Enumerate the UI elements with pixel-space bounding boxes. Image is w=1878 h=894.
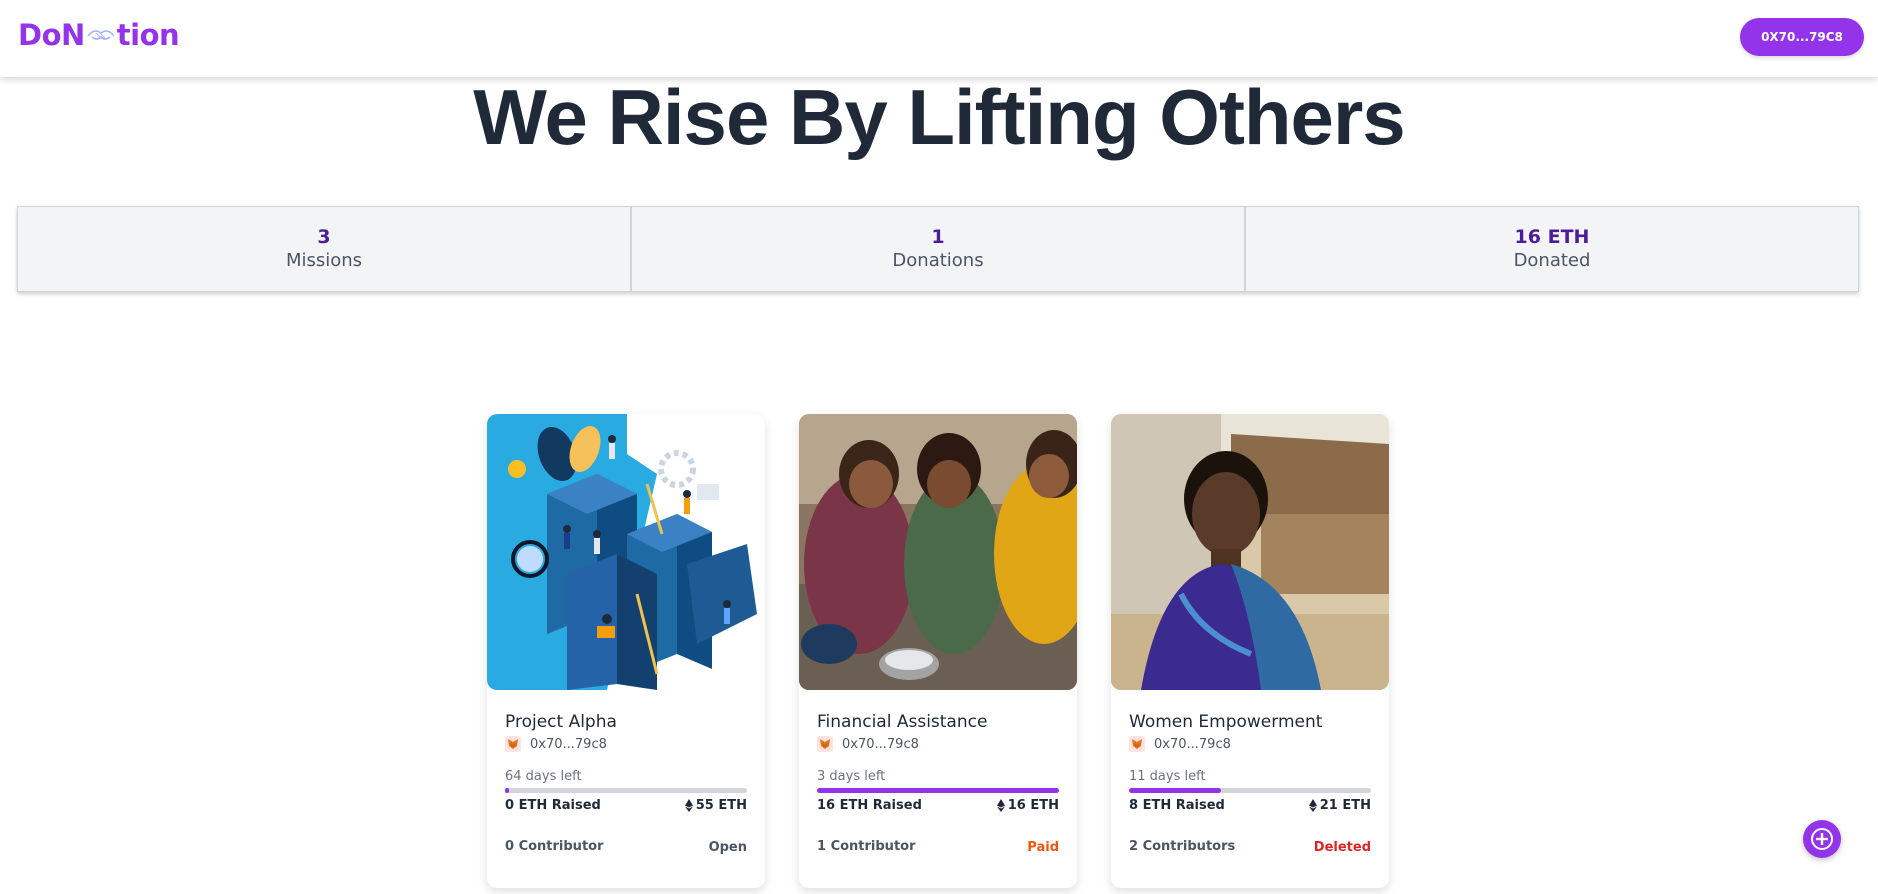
days-left: 64 days left (505, 769, 582, 784)
days-left: 3 days left (817, 769, 886, 784)
project-title[interactable]: Women Empowerment (1129, 712, 1322, 732)
ethereum-icon (996, 799, 1005, 812)
page-title: We Rise By Lifting Others (473, 73, 1405, 161)
contributor-count: 2 Contributors (1129, 839, 1236, 854)
progress-fill (505, 788, 509, 793)
target-amount: 55 ETH (684, 798, 747, 813)
progress-fill (817, 788, 1059, 793)
status-badge: Open (708, 840, 747, 855)
stat-value: 1 (931, 226, 945, 248)
stat-value: 16 ETH (1514, 226, 1590, 248)
stat-donated: 16 ETH Donated (1245, 206, 1859, 292)
contributor-count: 1 Contributor (817, 839, 916, 854)
project-owner: 0x70...79c8 (817, 736, 919, 752)
progress-bar (505, 788, 747, 793)
status-badge: Deleted (1313, 840, 1371, 855)
status-badge: Paid (1027, 840, 1059, 855)
metamask-fox-icon (505, 736, 521, 752)
children-eating-photo[interactable] (799, 414, 1077, 690)
owner-address: 0x70...79c8 (1154, 736, 1231, 752)
stat-label: Missions (285, 250, 363, 271)
team-business-illustration[interactable] (487, 414, 765, 690)
project-card[interactable]: Financial Assistance 0x70...79c8 3 days … (799, 414, 1077, 888)
metamask-fox-icon (817, 736, 833, 752)
stat-missions: 3 Missions (17, 206, 631, 292)
days-left: 11 days left (1129, 769, 1206, 784)
target-value: 21 ETH (1319, 798, 1371, 813)
project-owner: 0x70...79c8 (505, 736, 607, 752)
progress-bar (817, 788, 1059, 793)
top-navbar: DoN tion 0X70...79C8 (0, 0, 1878, 77)
logo-text-right: tion (116, 18, 180, 52)
raised-amount: 8 ETH Raised (1129, 798, 1225, 813)
wallet-connect-button[interactable]: 0X70...79C8 (1740, 18, 1864, 56)
metamask-fox-icon (1129, 736, 1145, 752)
project-title[interactable]: Financial Assistance (817, 712, 987, 732)
logo-text-left: DoN (18, 18, 85, 52)
project-card[interactable]: Women Empowerment 0x70...79c8 11 days le… (1111, 414, 1389, 888)
project-card[interactable]: Project Alpha 0x70...79c8 64 days left 0… (487, 414, 765, 888)
target-value: 55 ETH (695, 798, 747, 813)
ethereum-icon (1308, 799, 1317, 812)
target-value: 16 ETH (1007, 798, 1059, 813)
progress-bar (1129, 788, 1371, 793)
project-owner: 0x70...79c8 (1129, 736, 1231, 752)
stat-label: Donated (1513, 250, 1591, 271)
handshake-icon (87, 30, 115, 40)
add-project-button[interactable] (1803, 820, 1841, 858)
woman-village-photo[interactable] (1111, 414, 1389, 690)
stat-value: 3 (317, 226, 331, 248)
target-amount: 16 ETH (996, 798, 1059, 813)
logo[interactable]: DoN tion (18, 18, 180, 52)
stat-label: Donations (892, 250, 984, 271)
ethereum-icon (684, 799, 693, 812)
contributor-count: 0 Contributor (505, 839, 604, 854)
progress-fill (1129, 788, 1221, 793)
stat-donations: 1 Donations (631, 206, 1245, 292)
plus-icon (1811, 828, 1833, 850)
owner-address: 0x70...79c8 (530, 736, 607, 752)
raised-amount: 16 ETH Raised (817, 798, 922, 813)
project-title[interactable]: Project Alpha (505, 712, 617, 732)
stats-bar: 3 Missions 1 Donations 16 ETH Donated (17, 206, 1859, 292)
target-amount: 21 ETH (1308, 798, 1371, 813)
owner-address: 0x70...79c8 (842, 736, 919, 752)
raised-amount: 0 ETH Raised (505, 798, 601, 813)
